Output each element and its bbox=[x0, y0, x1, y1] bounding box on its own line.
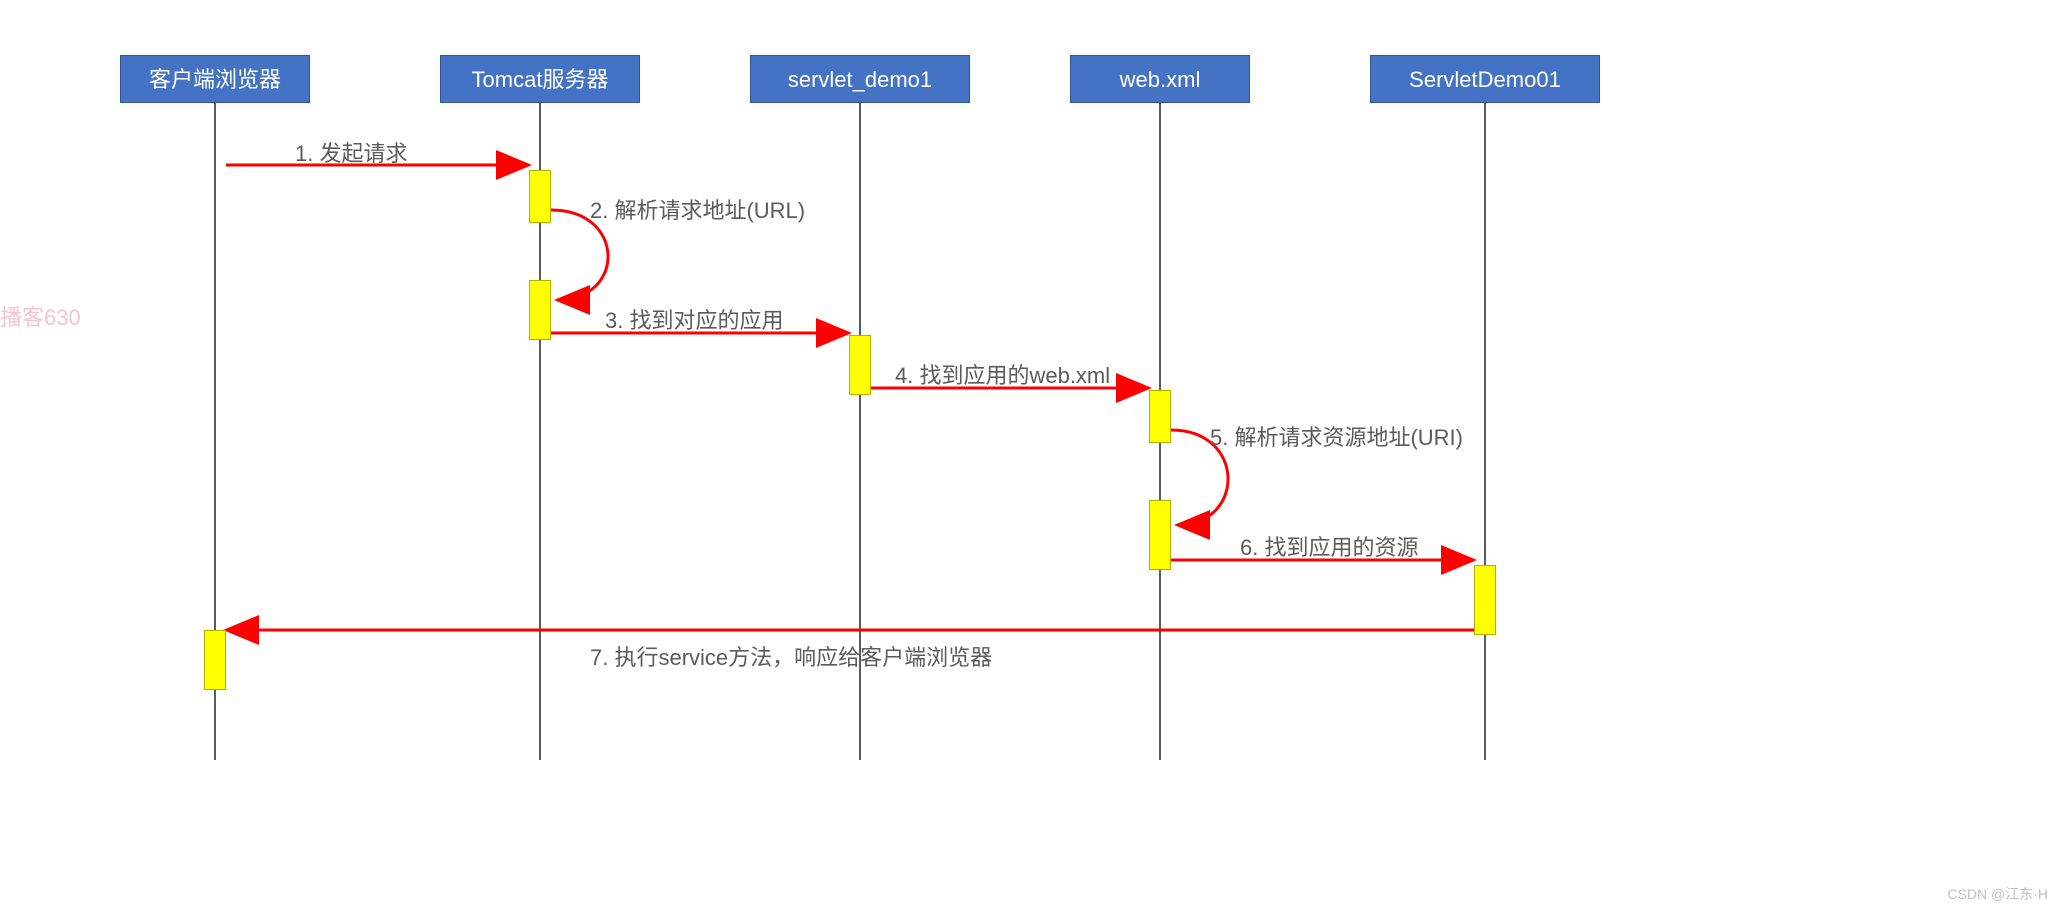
message-label: 6. 找到应用的资源 bbox=[1240, 530, 1418, 562]
message-label: 7. 执行service方法，响应给客户端浏览器 bbox=[590, 640, 992, 672]
message-label: 2. 解析请求地址(URL) bbox=[590, 193, 805, 225]
participant-p2: Tomcat服务器 bbox=[440, 55, 640, 103]
activation-bar bbox=[204, 630, 226, 690]
message-label: 3. 找到对应的应用 bbox=[605, 303, 783, 335]
participant-p5: ServletDemo01 bbox=[1370, 55, 1600, 103]
activation-bar bbox=[1149, 500, 1171, 570]
participant-p4: web.xml bbox=[1070, 55, 1250, 103]
participant-p3: servlet_demo1 bbox=[750, 55, 970, 103]
footer-watermark: CSDN @江东·H bbox=[1947, 884, 2048, 904]
activation-bar bbox=[849, 335, 871, 395]
activation-bar bbox=[1149, 390, 1171, 443]
sequence-diagram: 客户端浏览器 Tomcat服务器 servlet_demo1 web.xml Servl… bbox=[60, 0, 1600, 760]
activation-bar bbox=[529, 170, 551, 223]
activation-bar bbox=[1474, 565, 1496, 635]
message-label: 5. 解析请求资源地址(URI) bbox=[1210, 420, 1463, 452]
message-label: 4. 找到应用的web.xml bbox=[895, 358, 1110, 390]
message-label: 1. 发起请求 bbox=[295, 136, 407, 168]
participant-p1: 客户端浏览器 bbox=[120, 55, 310, 103]
activation-bar bbox=[529, 280, 551, 340]
